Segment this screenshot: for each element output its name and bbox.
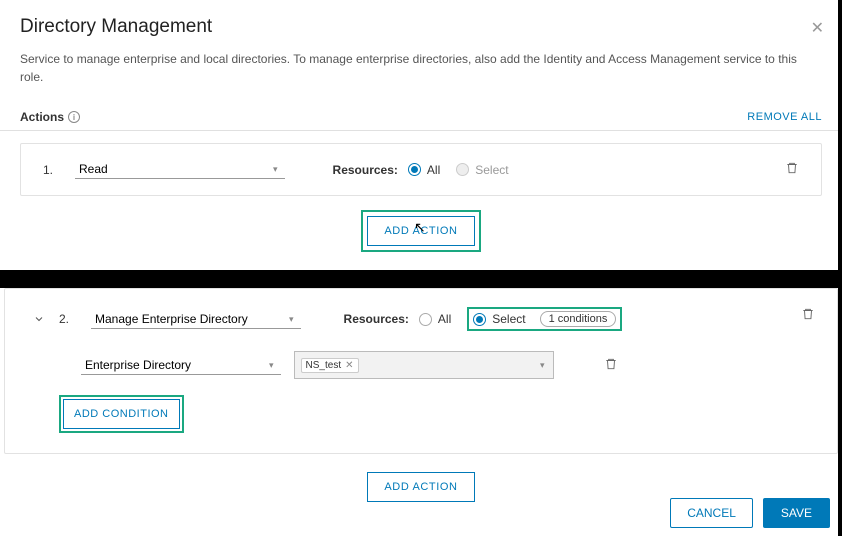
condition-type-select[interactable] (81, 356, 281, 375)
highlight-add-action-1: ADD ACTION (361, 210, 480, 252)
actions-label: Actions (20, 110, 64, 124)
actions-header-row: Actions i REMOVE ALL (0, 110, 842, 131)
page-subtitle: Service to manage enterprise and local d… (20, 50, 822, 86)
resources-select-radio-disabled (456, 163, 469, 176)
right-border (838, 0, 842, 536)
cancel-button[interactable]: CANCEL (670, 498, 753, 528)
action-row-2: 2. ▾ Resources: All Select 1 conditions … (4, 288, 838, 454)
resources-select-label: Select (475, 163, 508, 177)
delete-action-1[interactable] (785, 161, 799, 178)
delete-action-2[interactable] (801, 307, 815, 324)
trash-icon (604, 357, 618, 371)
condition-tag-label: NS_test (306, 360, 342, 371)
add-action-button-1[interactable]: ADD ACTION (367, 216, 474, 246)
trash-icon (785, 161, 799, 175)
highlight-select-conditions: Select 1 conditions (467, 307, 622, 331)
add-action-button-2[interactable]: ADD ACTION (367, 472, 474, 502)
condition-row-1: ▾ NS_test ✕ ▾ (27, 351, 815, 379)
dialog-footer: CANCEL SAVE (670, 498, 830, 528)
conditions-count-pill[interactable]: 1 conditions (540, 311, 617, 327)
remove-tag-icon[interactable]: ✕ (345, 360, 353, 371)
collapse-toggle[interactable] (27, 307, 51, 331)
save-button[interactable]: SAVE (763, 498, 830, 528)
action-row-1: 1. ▾ Resources: All Select (20, 143, 822, 196)
resources-all-label-2: All (438, 312, 451, 326)
chevron-down-icon (33, 313, 45, 325)
action-2-select[interactable] (91, 310, 301, 329)
add-condition-button[interactable]: ADD CONDITION (63, 399, 180, 429)
info-icon[interactable]: i (68, 111, 80, 123)
page-title: Directory Management (20, 16, 822, 38)
delete-condition-1[interactable] (604, 357, 618, 374)
resources-select-radio-2[interactable] (473, 313, 486, 326)
screenshot-gap (0, 270, 842, 288)
resources-select-label-2: Select (492, 312, 525, 326)
resources-all-radio-2[interactable] (419, 313, 432, 326)
trash-icon (801, 307, 815, 321)
condition-value-input[interactable]: NS_test ✕ ▾ (294, 351, 554, 379)
resources-all-radio[interactable] (408, 163, 421, 176)
chevron-down-icon: ▾ (540, 360, 547, 371)
resources-label: Resources: (333, 163, 398, 177)
action-index: 2. (59, 312, 83, 326)
action-index: 1. (43, 163, 67, 177)
resources-all-label: All (427, 163, 440, 177)
action-1-select[interactable] (75, 160, 285, 179)
resources-label: Resources: (344, 312, 409, 326)
remove-all-link[interactable]: REMOVE ALL (747, 111, 822, 123)
close-icon[interactable]: ✕ (811, 18, 824, 38)
condition-tag: NS_test ✕ (301, 358, 359, 373)
